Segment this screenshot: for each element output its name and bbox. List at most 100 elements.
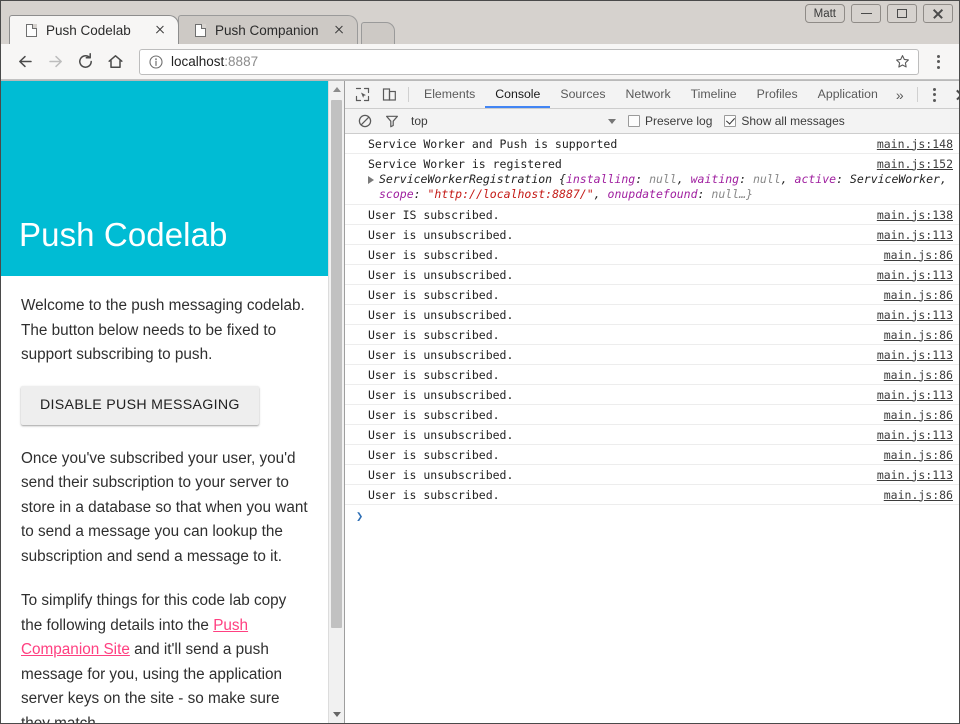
console-source-link[interactable]: main.js:113 bbox=[877, 468, 953, 482]
new-tab-button[interactable] bbox=[361, 22, 395, 44]
console-row[interactable]: User is unsubscribed. main.js:113 bbox=[345, 305, 959, 325]
object-token: null bbox=[649, 172, 677, 186]
close-icon[interactable] bbox=[152, 22, 168, 38]
divider bbox=[408, 87, 409, 102]
console-row[interactable]: User is subscribed.main.js:86 bbox=[345, 245, 959, 265]
checkbox[interactable] bbox=[724, 115, 736, 127]
devtools-tab-sources[interactable]: Sources bbox=[550, 81, 615, 108]
show-all-messages-checkbox[interactable]: Show all messages bbox=[724, 114, 844, 128]
scrollbar-track[interactable] bbox=[329, 98, 344, 706]
console-row[interactable]: User is subscribed.main.js:86 bbox=[345, 445, 959, 465]
object-token: null bbox=[753, 172, 781, 186]
console-row[interactable]: User is unsubscribed.main.js:113 bbox=[345, 345, 959, 365]
console-source-link[interactable]: main.js:152 bbox=[877, 157, 953, 171]
console-row[interactable]: User is unsubscribed.main.js:113 bbox=[345, 465, 959, 485]
console-row[interactable]: User is subscribed.main.js:86 bbox=[345, 485, 959, 505]
browser-tab-push-codelab[interactable]: Push Codelab bbox=[9, 15, 179, 44]
console-source-link[interactable]: main.js:113 bbox=[877, 268, 953, 282]
device-toolbar-icon[interactable] bbox=[376, 81, 403, 108]
console-filter-bar: top Preserve log Show all messages bbox=[345, 109, 959, 134]
object-token: null…} bbox=[711, 187, 753, 201]
close-icon[interactable] bbox=[331, 22, 347, 38]
console-source-link[interactable]: main.js:113 bbox=[877, 308, 953, 322]
devtools-tab-elements[interactable]: Elements bbox=[414, 81, 485, 108]
console-prompt[interactable]: ❯ bbox=[345, 505, 959, 527]
page-icon bbox=[195, 24, 206, 37]
devtools-tab-profiles[interactable]: Profiles bbox=[747, 81, 808, 108]
console-message: User is unsubscribed. bbox=[356, 388, 863, 402]
console-source-link[interactable]: main.js:113 bbox=[877, 228, 953, 242]
dot bbox=[933, 99, 936, 102]
console-row[interactable]: User is unsubscribed.main.js:113 bbox=[345, 265, 959, 285]
console-message: User is subscribed. bbox=[356, 328, 870, 342]
console-context-selector[interactable]: top bbox=[411, 114, 616, 128]
console-source-link[interactable]: main.js:113 bbox=[877, 348, 953, 362]
object-token: , bbox=[677, 172, 691, 186]
scrollbar-thumb[interactable] bbox=[331, 100, 342, 628]
console-source-link[interactable]: main.js:86 bbox=[884, 368, 953, 382]
console-source-link[interactable]: main.js:86 bbox=[884, 488, 953, 502]
divider bbox=[917, 87, 918, 102]
browser-menu-button[interactable] bbox=[925, 48, 951, 76]
devtools-tab-application[interactable]: Application bbox=[808, 81, 888, 108]
console-row-with-object[interactable]: Service Worker is registered main.js:152… bbox=[345, 154, 959, 205]
triangle-down bbox=[333, 712, 341, 717]
preserve-log-checkbox[interactable]: Preserve log bbox=[628, 114, 712, 128]
inspect-element-icon[interactable] bbox=[349, 81, 376, 108]
console-source-link[interactable]: main.js:86 bbox=[884, 248, 953, 262]
close-window-button[interactable] bbox=[923, 4, 953, 23]
maximize-button[interactable] bbox=[887, 4, 917, 23]
console-source-link[interactable]: main.js:138 bbox=[877, 208, 953, 222]
filter-icon[interactable] bbox=[378, 114, 405, 128]
console-row[interactable]: User is subscribed.main.js:86 bbox=[345, 365, 959, 385]
address-bar[interactable]: localhost:8887 bbox=[139, 49, 919, 75]
console-row[interactable]: User IS subscribed.main.js:138 bbox=[345, 205, 959, 225]
console-source-link[interactable]: main.js:113 bbox=[877, 388, 953, 402]
console-source-link[interactable]: main.js:148 bbox=[877, 137, 953, 151]
devtools-tab-network[interactable]: Network bbox=[616, 81, 681, 108]
object-token: , bbox=[594, 187, 608, 201]
reload-button[interactable] bbox=[71, 48, 99, 76]
console-row[interactable]: User is subscribed.main.js:86 bbox=[345, 405, 959, 425]
console-message: User is unsubscribed. bbox=[356, 308, 863, 322]
page-scrollbar[interactable] bbox=[328, 81, 344, 723]
back-button[interactable] bbox=[11, 48, 39, 76]
minimize-button[interactable] bbox=[851, 4, 881, 23]
home-button[interactable] bbox=[101, 48, 129, 76]
devtools-menu-icon[interactable] bbox=[923, 81, 947, 108]
scroll-up-icon[interactable] bbox=[329, 81, 345, 98]
console-source-link[interactable]: main.js:86 bbox=[884, 328, 953, 342]
console-row[interactable]: User is unsubscribed.main.js:113 bbox=[345, 225, 959, 245]
devtools-tab-console[interactable]: Console bbox=[485, 81, 550, 108]
devtools-tab-timeline[interactable]: Timeline bbox=[681, 81, 747, 108]
console-source-link[interactable]: main.js:86 bbox=[884, 448, 953, 462]
devtools-close-button[interactable] bbox=[947, 81, 960, 108]
console-source-link[interactable]: main.js:86 bbox=[884, 408, 953, 422]
clear-console-icon[interactable] bbox=[351, 114, 378, 128]
checkbox[interactable] bbox=[628, 115, 640, 127]
disable-push-messaging-button[interactable]: DISABLE PUSH MESSAGING bbox=[21, 386, 259, 425]
console-row[interactable]: User is unsubscribed. main.js:113 bbox=[345, 385, 959, 405]
show-all-messages-label: Show all messages bbox=[741, 114, 844, 128]
more-tabs-icon[interactable]: » bbox=[888, 81, 912, 108]
console-row[interactable]: User is subscribed. main.js:86 bbox=[345, 285, 959, 305]
console-message: Service Worker is registered bbox=[356, 157, 863, 171]
browser-tab-push-companion[interactable]: Push Companion bbox=[178, 15, 358, 44]
console-row[interactable]: User is subscribed. main.js:86 bbox=[345, 325, 959, 345]
console-row[interactable]: User is unsubscribed.main.js:113 bbox=[345, 425, 959, 445]
user-profile-button[interactable]: Matt bbox=[805, 4, 845, 23]
expand-triangle-icon[interactable] bbox=[368, 176, 374, 184]
console-source-link[interactable]: main.js:86 bbox=[884, 288, 953, 302]
console-log-area[interactable]: Service Worker and Push is supported mai… bbox=[345, 134, 959, 723]
dot bbox=[933, 88, 936, 91]
url-port: :8887 bbox=[224, 54, 258, 69]
forward-button[interactable] bbox=[41, 48, 69, 76]
object-token: "http://localhost:8887/" bbox=[427, 187, 593, 201]
console-message: User is subscribed. bbox=[356, 288, 870, 302]
console-row[interactable]: Service Worker and Push is supported mai… bbox=[345, 134, 959, 154]
console-source-link[interactable]: main.js:113 bbox=[877, 428, 953, 442]
console-row-header: Service Worker is registered main.js:152 bbox=[356, 157, 953, 171]
scroll-down-icon[interactable] bbox=[329, 706, 345, 723]
browser-body: Push Codelab Welcome to the push messagi… bbox=[1, 80, 959, 723]
console-object-preview[interactable]: ServiceWorkerRegistration {installing: n… bbox=[356, 172, 953, 202]
